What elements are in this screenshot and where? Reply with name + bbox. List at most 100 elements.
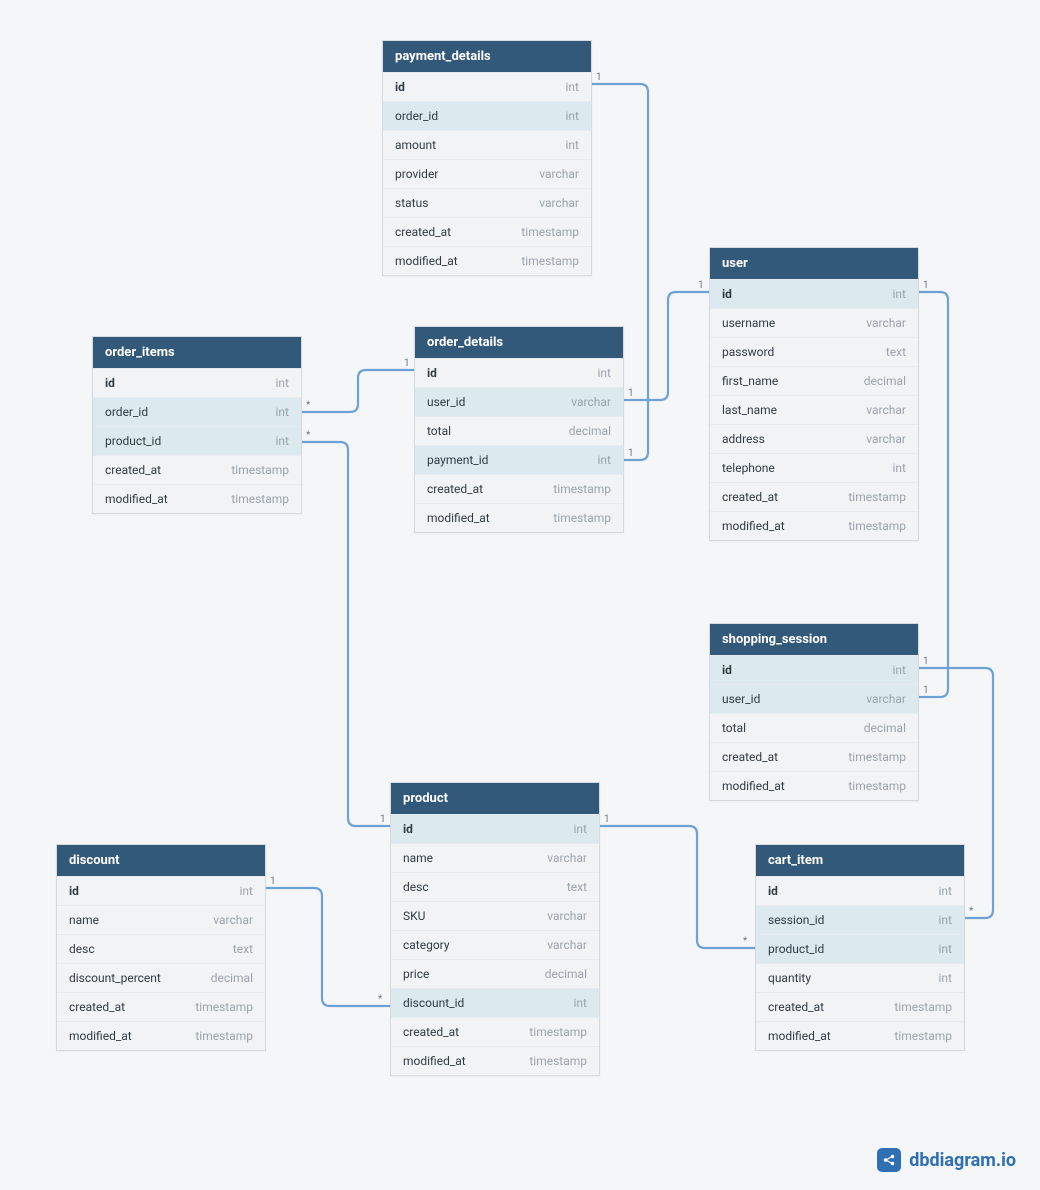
- field-row[interactable]: discount_percentdecimal: [57, 963, 265, 992]
- field-row[interactable]: product_idint: [93, 426, 301, 455]
- field-row[interactable]: created_attimestamp: [710, 742, 918, 771]
- field-row[interactable]: user_id varchar: [415, 387, 623, 416]
- field-row[interactable]: created_attimestamp: [391, 1017, 599, 1046]
- field-type: timestamp: [231, 463, 289, 477]
- field-type: timestamp: [521, 225, 579, 239]
- field-row[interactable]: pricedecimal: [391, 959, 599, 988]
- field-row[interactable]: product_idint: [756, 934, 964, 963]
- field-row[interactable]: first_namedecimal: [710, 366, 918, 395]
- field-row[interactable]: passwordtext: [710, 337, 918, 366]
- field-name: id: [768, 884, 778, 898]
- table-shopping_session[interactable]: shopping_sessionidintuser_idvarchartotal…: [709, 623, 919, 801]
- field-name: modified_at: [722, 779, 785, 793]
- field-row[interactable]: payment_id int: [415, 445, 623, 474]
- brand-text: dbdiagram.io: [909, 1150, 1016, 1171]
- field-row[interactable]: created_attimestamp: [93, 455, 301, 484]
- field-type: decimal: [569, 424, 611, 438]
- field-type: timestamp: [521, 254, 579, 268]
- field-row[interactable]: totaldecimal: [415, 416, 623, 445]
- field-type: text: [567, 880, 587, 894]
- field-name: last_name: [722, 403, 777, 417]
- field-name: name: [403, 851, 433, 865]
- field-row[interactable]: modified_attimestamp: [710, 771, 918, 800]
- field-type: int: [566, 109, 579, 123]
- field-type: timestamp: [848, 490, 906, 504]
- field-row[interactable]: categoryvarchar: [391, 930, 599, 959]
- field-row[interactable]: modified_attimestamp: [756, 1021, 964, 1050]
- table-order_details[interactable]: order_detailsidint user_id varchar totaldec…: [414, 326, 624, 533]
- field-row[interactable]: session_idint: [756, 905, 964, 934]
- table-order_items[interactable]: order_itemsidintorder_idintproduct_idint…: [92, 336, 302, 514]
- field-row[interactable]: desctext: [391, 872, 599, 901]
- field-row[interactable]: idint: [710, 279, 918, 308]
- table-header[interactable]: order_items: [93, 337, 301, 368]
- field-row[interactable]: created_attimestamp: [756, 992, 964, 1021]
- field-type: int: [566, 80, 579, 94]
- field-row[interactable]: order_idint: [93, 397, 301, 426]
- field-row[interactable]: created_at timestamp: [415, 474, 623, 503]
- field-row[interactable]: namevarchar: [391, 843, 599, 872]
- field-name: created_at: [722, 490, 778, 504]
- field-row[interactable]: idint: [383, 72, 591, 101]
- field-name: created_at: [427, 482, 483, 496]
- field-row[interactable]: created_attimestamp: [57, 992, 265, 1021]
- field-type: int: [276, 405, 289, 419]
- table-header[interactable]: user: [710, 248, 918, 279]
- field-row[interactable]: usernamevarchar: [710, 308, 918, 337]
- field-row[interactable]: order_idint: [383, 101, 591, 130]
- field-row[interactable]: modified_attimestamp: [57, 1021, 265, 1050]
- field-row[interactable]: modified_attimestamp: [383, 246, 591, 275]
- table-header[interactable]: product: [391, 783, 599, 814]
- table-header[interactable]: discount: [57, 845, 265, 876]
- field-row[interactable]: idint: [391, 814, 599, 843]
- field-row[interactable]: idint: [710, 655, 918, 684]
- field-name: modified_at: [105, 492, 168, 506]
- field-row[interactable]: SKUvarchar: [391, 901, 599, 930]
- field-name: category: [403, 938, 450, 952]
- field-row[interactable]: user_idvarchar: [710, 684, 918, 713]
- field-row[interactable]: addressvarchar: [710, 424, 918, 453]
- field-name: user_id: [427, 395, 465, 409]
- field-type: timestamp: [553, 482, 611, 496]
- field-row[interactable]: idint: [57, 876, 265, 905]
- table-header[interactable]: order_details: [415, 327, 623, 358]
- field-type: timestamp: [894, 1029, 952, 1043]
- field-type: varchar: [571, 395, 611, 409]
- field-row[interactable]: discount_idint: [391, 988, 599, 1017]
- field-row[interactable]: amountint: [383, 130, 591, 159]
- table-payment_details[interactable]: payment_detailsidintorder_idintamountint…: [382, 40, 592, 276]
- table-header[interactable]: shopping_session: [710, 624, 918, 655]
- field-row[interactable]: modified_attimestamp: [710, 511, 918, 540]
- field-row[interactable]: idint: [415, 358, 623, 387]
- field-name: created_at: [768, 1000, 824, 1014]
- table-discount[interactable]: discountidintnamevarchardesctextdiscount…: [56, 844, 266, 1051]
- field-name: user_id: [722, 692, 760, 706]
- field-row[interactable]: last_namevarchar: [710, 395, 918, 424]
- field-row[interactable]: providervarchar: [383, 159, 591, 188]
- table-user[interactable]: useridintusernamevarcharpasswordtextfirs…: [709, 247, 919, 541]
- field-name: first_name: [722, 374, 778, 388]
- field-row[interactable]: idint: [756, 876, 964, 905]
- field-row[interactable]: modified_at timestamp: [93, 484, 301, 513]
- field-row[interactable]: modified_attimestamp: [391, 1046, 599, 1075]
- table-product[interactable]: productidintnamevarchardesctextSKUvarcha…: [390, 782, 600, 1076]
- field-type: timestamp: [231, 492, 289, 506]
- field-row[interactable]: desctext: [57, 934, 265, 963]
- field-row[interactable]: modified_attimestamp: [415, 503, 623, 532]
- field-row[interactable]: quantityint: [756, 963, 964, 992]
- field-row[interactable]: telephoneint: [710, 453, 918, 482]
- field-row[interactable]: idint: [93, 368, 301, 397]
- table-header[interactable]: cart_item: [756, 845, 964, 876]
- field-row[interactable]: namevarchar: [57, 905, 265, 934]
- field-name: desc: [69, 942, 95, 956]
- field-name: telephone: [722, 461, 775, 475]
- field-row[interactable]: created_attimestamp: [383, 217, 591, 246]
- field-type: int: [598, 453, 611, 467]
- field-row[interactable]: totaldecimal: [710, 713, 918, 742]
- field-name: payment_id: [427, 453, 488, 467]
- field-name: name: [69, 913, 99, 927]
- field-row[interactable]: created_at timestamp: [710, 482, 918, 511]
- table-cart_item[interactable]: cart_itemidintsession_idintproduct_idint…: [755, 844, 965, 1051]
- field-row[interactable]: statusvarchar: [383, 188, 591, 217]
- table-header[interactable]: payment_details: [383, 41, 591, 72]
